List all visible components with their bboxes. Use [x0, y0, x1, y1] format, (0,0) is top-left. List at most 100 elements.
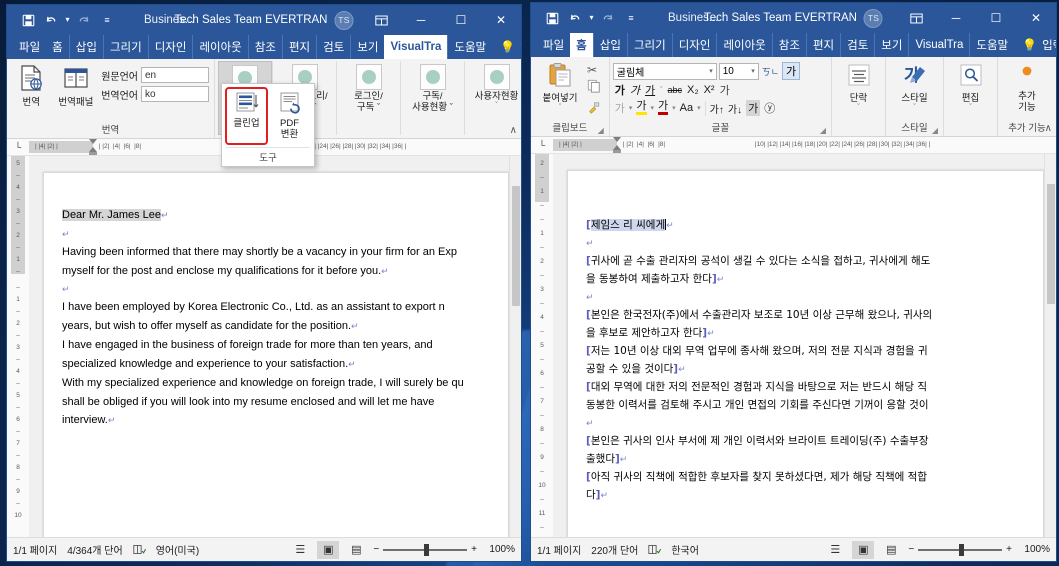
tab-insert-left[interactable]: 삽입	[68, 35, 103, 59]
tab-view-right[interactable]: 보기	[874, 33, 908, 57]
styles-button[interactable]: 가 스타일 ˇ	[889, 59, 940, 112]
statusbar-left[interactable]: 1/1 페이지 4/364개 단어 영어(미국) ☰ ▣ ▤ − + 100%	[7, 537, 521, 561]
tab-design-right[interactable]: 디자인	[671, 33, 717, 57]
tell-me-left[interactable]: 💡 입력하세	[492, 35, 521, 59]
italic-button[interactable]: 가	[630, 82, 640, 98]
paragraph-empty-3-right[interactable]: ↵	[586, 415, 1033, 432]
chevron-down-icon[interactable]: ▾	[672, 104, 676, 112]
redo-icon[interactable]	[73, 9, 95, 31]
subscript-button[interactable]: X₂	[687, 84, 699, 96]
paragraph-body-5b-right[interactable]: 출했다]↵	[586, 451, 1033, 468]
quick-access-toolbar-left[interactable]: ▾ ≡	[7, 9, 118, 31]
tab-layout-left[interactable]: 레이아웃	[192, 35, 247, 59]
tab-review-left[interactable]: 검토	[316, 35, 350, 59]
underline-dropdown[interactable]: ˇ	[660, 87, 662, 94]
zoom-in-button-right[interactable]: +	[1006, 544, 1012, 555]
zoom-in-button-left[interactable]: +	[471, 544, 477, 555]
undo-dropdown-caret-icon[interactable]: ▾	[587, 7, 596, 29]
ribbon-display-options-icon[interactable]	[361, 5, 401, 35]
horizontal-ruler-right[interactable]: └ | |4| |2| | | |2| |4| |6| |8| |10| |12…	[531, 137, 1056, 154]
highlight-color-button[interactable]: 가	[636, 101, 647, 115]
paragraph-body-2a-right[interactable]: [본인은 한국전자(주)에서 수출관리자 보조로 10년 이상 근무해 왔으나,…	[586, 307, 1033, 324]
editing-button[interactable]: 편집 ˇ	[947, 59, 994, 112]
tab-home-left[interactable]: 홈	[46, 35, 69, 59]
tab-draw-right[interactable]: 그리기	[626, 33, 672, 57]
change-case-button[interactable]: Aa	[680, 102, 693, 114]
page-wrap-left[interactable]: Dear Mr. James Lee↵ ↵ Having been inform…	[29, 156, 521, 537]
proofing-icon[interactable]	[648, 544, 662, 555]
ribbon-tabs-left[interactable]: 파일 홈 삽입 그리기 디자인 레이아웃 참조 편지 검토 보기 VisualT…	[7, 35, 521, 59]
zoom-thumb-left[interactable]	[424, 543, 430, 556]
left-indent-marker[interactable]	[89, 151, 97, 155]
word-count-left[interactable]: 4/364개 단어	[67, 542, 122, 557]
tab-mailings-left[interactable]: 편지	[281, 35, 316, 59]
print-layout-view-left[interactable]: ▣	[317, 540, 340, 559]
read-mode-view-left[interactable]: ☰	[289, 541, 311, 559]
tab-layout-right[interactable]: 레이아웃	[716, 33, 771, 57]
paragraph-greeting-left[interactable]: Dear Mr. James Lee↵	[62, 207, 498, 225]
chevron-down-icon[interactable]: ▾	[709, 67, 713, 75]
tab-help-right[interactable]: 도움말	[969, 33, 1014, 57]
grow-font-button[interactable]: 가↑	[704, 100, 724, 116]
ribbon-display-options-icon[interactable]	[896, 3, 936, 33]
first-line-indent-marker[interactable]	[89, 139, 97, 144]
ribbon-tabs-right[interactable]: 파일 홈 삽입 그리기 디자인 레이아웃 참조 편지 검토 보기 VisualT…	[531, 33, 1056, 57]
tools-dropdown[interactable]: 클린업 PDF 변환 도구	[221, 83, 315, 167]
source-language-input[interactable]	[141, 67, 209, 83]
zoom-out-button-left[interactable]: −	[373, 544, 379, 555]
document-scrollbar-left[interactable]	[509, 156, 521, 537]
zoom-track-right[interactable]	[918, 543, 1003, 556]
tab-visualtran-left[interactable]: VisualTra	[384, 35, 448, 59]
close-button-left[interactable]: ✕	[481, 5, 521, 35]
font-dialog-launcher[interactable]: ◢	[820, 126, 826, 135]
tab-file-left[interactable]: 파일	[13, 35, 46, 59]
page-wrap-right[interactable]: [제임스 리 씨에게↵ ↵ [귀사에 곧 수출 관리자의 공석이 생길 수 있다…	[553, 154, 1056, 537]
undo-icon[interactable]	[564, 7, 586, 29]
tab-insert-right[interactable]: 삽입	[592, 33, 627, 57]
account-area-left[interactable]: Tech Sales Team EVERTRAN TS	[175, 10, 354, 30]
read-mode-view-right[interactable]: ☰	[824, 541, 846, 559]
paragraph-empty-2-left[interactable]: ↵	[62, 281, 498, 298]
window-controls-left[interactable]: ─ ☐ ✕	[361, 5, 521, 35]
tell-me-right[interactable]: 💡 입력하세	[1014, 33, 1056, 57]
paste-button[interactable]: 붙여넣기 ˇ	[534, 59, 586, 112]
target-language-input[interactable]	[141, 86, 209, 102]
text-effects-button[interactable]: 가	[615, 100, 625, 116]
ruler-track-right[interactable]: | |4| |2| | | |2| |4| |6| |8| |10| |12| …	[553, 137, 1056, 153]
tab-mailings-right[interactable]: 편지	[805, 33, 840, 57]
addins-button[interactable]: 추가 기능	[1001, 59, 1053, 115]
web-layout-view-right[interactable]: ▤	[880, 541, 902, 559]
user-status-button[interactable]: 사용자현황 ˇ	[464, 61, 521, 135]
shrink-font-button[interactable]: 가↓	[728, 101, 742, 116]
zoom-level-right[interactable]: 100%	[1018, 544, 1050, 555]
document-page-right[interactable]: [제임스 리 씨에게↵ ↵ [귀사에 곧 수출 관리자의 공석이 생길 수 있다…	[567, 170, 1044, 537]
cleanup-menu-item[interactable]: 클린업	[225, 87, 268, 145]
paragraph-body-2a-left[interactable]: I have been employed by Korea Electronic…	[62, 299, 498, 317]
avatar[interactable]: TS	[863, 8, 883, 28]
first-line-indent-marker[interactable]	[613, 137, 621, 142]
zoom-level-left[interactable]: 100%	[483, 544, 515, 555]
tab-view-left[interactable]: 보기	[350, 35, 384, 59]
language-indicator-left[interactable]: 영어(미국)	[156, 542, 199, 557]
tab-review-right[interactable]: 검토	[840, 33, 874, 57]
scrollbar-thumb[interactable]	[512, 186, 520, 306]
tab-design-left[interactable]: 디자인	[147, 35, 193, 59]
paragraph-chevron-down-icon[interactable]: ˇ	[857, 104, 859, 111]
account-area-right[interactable]: Tech Sales Team EVERTRAN TS	[704, 8, 883, 28]
paragraph-greeting-right[interactable]: [제임스 리 씨에게↵	[586, 217, 1033, 234]
paragraph-empty-2-right[interactable]: ↵	[586, 289, 1033, 306]
maximize-button-left[interactable]: ☐	[441, 5, 481, 35]
zoom-slider-left[interactable]: − +	[373, 543, 477, 556]
paragraph-body-1b-left[interactable]: myself for the post and enclose my quali…	[62, 263, 498, 281]
translate-panel-button[interactable]: 번역패널	[55, 61, 98, 110]
tab-help-left[interactable]: 도움말	[447, 35, 492, 59]
customize-qat-icon[interactable]: ≡	[620, 7, 642, 29]
save-icon[interactable]	[541, 7, 563, 29]
minimize-button-right[interactable]: ─	[936, 3, 976, 33]
paragraph-body-2b-right[interactable]: 을 후보로 제안하고자 한다]↵	[586, 325, 1033, 342]
zoom-track-left[interactable]	[383, 543, 468, 556]
zoom-out-button-right[interactable]: −	[908, 544, 914, 555]
undo-dropdown-caret-icon[interactable]: ▾	[63, 9, 72, 31]
paragraph-body-2b-left[interactable]: years, but wish to offer myself as candi…	[62, 318, 498, 336]
styles-dialog-launcher[interactable]: ◢	[932, 126, 938, 135]
